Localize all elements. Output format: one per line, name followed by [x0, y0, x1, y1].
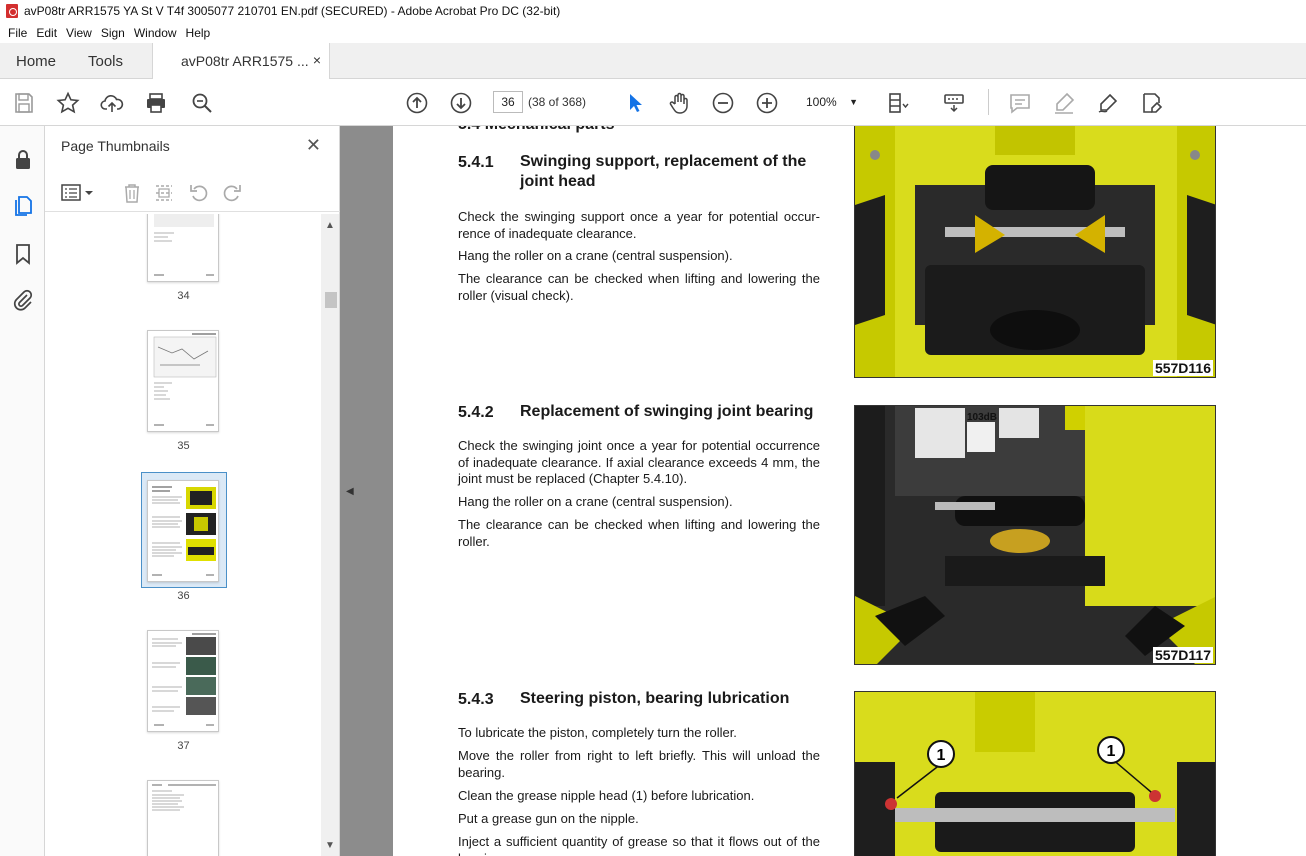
window-title: avP08tr ARR1575 YA St V T4f 3005077 2107…	[24, 4, 561, 18]
section-title: Swinging support, replacement of the	[520, 153, 807, 170]
tab-bar: Home Tools avP08tr ARR1575 ... ×	[0, 43, 1306, 79]
menu-edit[interactable]: Edit	[32, 26, 61, 40]
menu-help[interactable]: Help	[182, 26, 215, 40]
pdf-page: 5.4 Mechanical parts 5.4.1 Swinging supp…	[393, 126, 1306, 856]
left-nav-rail	[0, 126, 45, 856]
pdf-app-icon	[6, 4, 18, 18]
paragraph: Check the swinging support once a year f…	[458, 209, 820, 241]
thumbnail-page-34[interactable]	[147, 214, 219, 282]
delete-trash-icon[interactable]	[121, 182, 143, 204]
page-number-input[interactable]: 36	[493, 91, 523, 113]
section-title-line2: joint head	[520, 173, 596, 190]
main-toolbar: 36 (38 of 368) 100% ▼	[0, 79, 1306, 126]
paragraph: Hang the roller on a crane (central susp…	[458, 248, 733, 263]
zoom-level-select[interactable]: 100% ▼	[800, 91, 864, 113]
scroll-down-icon[interactable]: ▼	[325, 840, 335, 851]
paragraph: To lubricate the piston, completely turn…	[458, 725, 737, 740]
thumbnail-scrollbar[interactable]: ▲ ▼	[321, 214, 339, 856]
menu-view[interactable]: View	[62, 26, 96, 40]
section-number: 5.4.1	[458, 154, 494, 171]
thumbnail-page-35[interactable]	[147, 330, 219, 432]
section-title: Replacement of swinging joint bearing	[520, 403, 814, 420]
previous-page-icon[interactable]	[405, 91, 429, 115]
attachment-paperclip-icon[interactable]	[11, 288, 35, 312]
comment-icon[interactable]	[1008, 91, 1032, 115]
chevron-down-icon: ▼	[849, 97, 858, 107]
callout-1-left: 1	[937, 747, 946, 764]
keyboard-scroll-icon[interactable]	[942, 91, 966, 115]
figure-label: 557D116	[1152, 360, 1213, 376]
thumbnail-list: 34 35 36 37	[45, 214, 320, 856]
panel-title: Page Thumbnails	[61, 138, 170, 154]
thumbnail-options-menu-icon[interactable]	[61, 182, 95, 204]
star-bookmark-icon[interactable]	[56, 91, 80, 115]
tab-home[interactable]: Home	[16, 53, 56, 70]
collapse-panel-arrow-icon[interactable]: ◀	[346, 486, 354, 497]
page-thumbnails-icon[interactable]	[11, 194, 35, 218]
zoom-out-icon[interactable]	[711, 91, 735, 115]
panel-close-icon[interactable]: ✕	[306, 135, 321, 156]
tab-tools[interactable]: Tools	[88, 53, 123, 70]
thumbnail-toolbar	[45, 174, 340, 212]
paragraph: Check the swinging joint once a year for…	[458, 438, 820, 486]
paragraph: Inject a sufficient quantity of grease s…	[458, 834, 820, 856]
zoom-search-icon[interactable]	[190, 91, 214, 115]
rotate-clockwise-icon[interactable]	[221, 182, 243, 204]
paragraph: The clearance can be checked when liftin…	[458, 271, 820, 303]
thumbnail-page-38[interactable]	[147, 780, 219, 856]
tab-document[interactable]: avP08tr ARR1575 ... ×	[152, 43, 330, 79]
thumbnail-page-37[interactable]	[147, 630, 219, 732]
highlight-pen-icon[interactable]	[1052, 91, 1076, 115]
page-count-label: (38 of 368)	[528, 95, 587, 109]
fill-sign-icon[interactable]	[1140, 91, 1164, 115]
hand-tool-icon[interactable]	[667, 91, 691, 115]
callout-1-right: 1	[1107, 743, 1116, 760]
scroll-up-icon[interactable]: ▲	[325, 220, 335, 231]
zoom-level-value: 100%	[806, 95, 837, 109]
menu-file[interactable]: File	[4, 26, 31, 40]
menu-bar: File Edit View Sign Window Help	[0, 22, 1306, 43]
figure-557D117: 103dB 557D117	[854, 405, 1216, 665]
figure-557D116: 557D116	[854, 126, 1216, 378]
zoom-in-icon[interactable]	[755, 91, 779, 115]
save-icon[interactable]	[12, 91, 36, 115]
menu-sign[interactable]: Sign	[97, 26, 129, 40]
partial-section-heading: 5.4 Mechanical parts	[458, 126, 615, 135]
figure-steering-piston: 1 1	[854, 691, 1216, 856]
section-number: 5.4.3	[458, 691, 494, 708]
menu-window[interactable]: Window	[130, 26, 181, 40]
section-number: 5.4.2	[458, 404, 494, 421]
paragraph: Clean the grease nipple head (1) before …	[458, 788, 755, 803]
thumbnail-label-34: 34	[177, 290, 190, 302]
toolbar-divider	[988, 89, 989, 115]
paragraph: The clearance can be checked when liftin…	[458, 517, 820, 549]
document-view[interactable]: ◀ 5.4 Mechanical parts 5.4.1 Swinging su…	[340, 126, 1306, 856]
draw-sign-icon[interactable]	[1096, 91, 1120, 115]
page-thumbnails-panel: Page Thumbnails ✕ 34 35 36 37 ▲ ▼	[45, 126, 340, 856]
thumbnail-label-36: 36	[177, 590, 190, 602]
thumbnail-label-37: 37	[177, 740, 190, 752]
scrollbar-thumb[interactable]	[325, 292, 337, 308]
paragraph: Move the roller from right to left brief…	[458, 748, 820, 780]
lock-icon[interactable]	[11, 148, 35, 172]
thumbnail-page-36[interactable]	[147, 480, 219, 582]
tab-close-icon[interactable]: ×	[313, 52, 321, 68]
insert-pages-icon[interactable]	[153, 182, 175, 204]
upload-cloud-icon[interactable]	[100, 91, 124, 115]
next-page-icon[interactable]	[449, 91, 473, 115]
select-cursor-icon[interactable]	[623, 91, 647, 115]
paragraph: Put a grease gun on the nipple.	[458, 811, 639, 826]
rotate-counterclockwise-icon[interactable]	[188, 182, 210, 204]
print-icon[interactable]	[144, 91, 168, 115]
thumbnail-label-35: 35	[177, 440, 190, 452]
tab-document-label: avP08tr ARR1575 ...	[181, 53, 309, 69]
figure-label: 557D117	[1152, 647, 1213, 663]
page-display-icon[interactable]	[886, 91, 910, 115]
window-title-bar: avP08tr ARR1575 YA St V T4f 3005077 2107…	[0, 0, 1306, 22]
section-title: Steering piston, bearing lubrication	[520, 690, 790, 707]
bookmark-icon[interactable]	[11, 242, 35, 266]
paragraph: Hang the roller on a crane (central susp…	[458, 494, 733, 509]
figure-sign-text: 103dB	[967, 412, 998, 423]
